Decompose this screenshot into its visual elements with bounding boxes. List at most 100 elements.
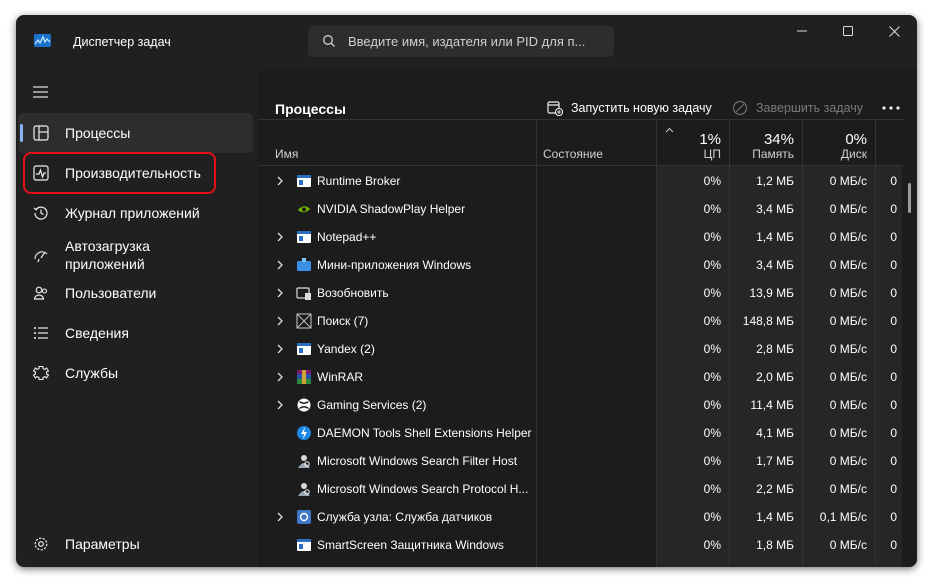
chevron-right-icon[interactable] <box>276 232 284 242</box>
service-host-icon <box>297 510 311 524</box>
chevron-right-icon[interactable] <box>276 400 284 410</box>
header-divider-bottom <box>258 165 905 166</box>
process-disk: 0 МБ/с <box>829 230 867 244</box>
table-row[interactable]: WinRAR 0% 2,0 МБ 0 МБ/с 0 <box>258 363 905 391</box>
chevron-right-icon[interactable] <box>276 316 284 326</box>
process-disk: 0 МБ/с <box>829 370 867 384</box>
sidebar-item-label: Журнал приложений <box>65 205 200 221</box>
column-header-label: Имя <box>275 147 299 161</box>
process-memory: 4,1 МБ <box>756 426 794 440</box>
column-header-memory[interactable]: 34% Память <box>729 119 802 165</box>
process-memory: 3,4 МБ <box>756 258 794 272</box>
column-header-label: Состояние <box>543 147 603 161</box>
run-new-task-label: Запустить новую задачу <box>571 101 712 115</box>
chevron-right-icon[interactable] <box>276 260 284 270</box>
sidebar-item-details[interactable]: Сведения <box>16 313 253 353</box>
process-network: 0 <box>890 398 897 412</box>
column-header-disk[interactable]: 0% Диск <box>802 119 875 165</box>
process-name: Gaming Services (2) <box>317 398 427 412</box>
sidebar-item-processes[interactable]: Процессы <box>18 113 253 153</box>
sidebar-item-label: Сведения <box>65 325 129 341</box>
sidebar-item-label: Процессы <box>65 125 131 141</box>
processes-icon <box>33 125 49 141</box>
maximize-button[interactable] <box>825 15 871 47</box>
window-icon <box>297 343 311 355</box>
process-name: Microsoft Windows Search Filter Host <box>317 454 518 468</box>
services-icon <box>33 365 49 381</box>
close-button[interactable] <box>871 15 917 47</box>
daemon-tools-icon <box>297 426 311 440</box>
search-host-icon <box>298 483 310 496</box>
process-name: Мини-приложения Windows <box>317 258 472 272</box>
search-input[interactable] <box>348 26 604 57</box>
process-cpu: 0% <box>703 174 721 188</box>
process-disk: 0 МБ/с <box>829 398 867 412</box>
process-cpu: 0% <box>703 482 721 496</box>
process-disk: 0 МБ/с <box>829 258 867 272</box>
table-row[interactable]: Поиск (7) 0% 148,8 МБ 0 МБ/с 0 <box>258 307 905 335</box>
table-row[interactable]: Возобновить 0% 13,9 МБ 0 МБ/с 0 <box>258 279 905 307</box>
table-row[interactable]: Microsoft Windows Search Protocol H... 0%… <box>258 475 905 503</box>
table-row[interactable]: SmartScreen Защитника Windows 0% 1,8 МБ 0 М… <box>258 531 905 559</box>
process-name: SmartScreen Защитника Windows <box>317 538 504 552</box>
process-network: 0 <box>890 314 897 328</box>
process-disk: 0 МБ/с <box>829 202 867 216</box>
table-row[interactable]: NVIDIA ShadowPlay Helper 0% 3,4 МБ 0 МБ/с 0 <box>258 195 905 223</box>
table-row[interactable]: Мини-приложения Windows 0% 3,4 МБ 0 МБ/с 0 <box>258 251 905 279</box>
process-disk: 0 МБ/с <box>829 342 867 356</box>
table-row[interactable]: DAEMON Tools Shell Extensions Helper 0% 4,… <box>258 419 905 447</box>
minimize-button[interactable] <box>779 15 825 47</box>
search-icon <box>323 35 335 47</box>
table-row[interactable]: Notepad++ 0% 1,4 МБ 0 МБ/с 0 <box>258 223 905 251</box>
memory-total: 34% <box>763 131 794 148</box>
process-memory: 1,4 МБ <box>756 510 794 524</box>
gear-icon <box>34 537 48 551</box>
hamburger-menu-icon[interactable] <box>32 84 50 100</box>
table-row[interactable]: Microsoft Windows Search Filter Host 0% 1,… <box>258 447 905 475</box>
process-memory: 13,9 МБ <box>749 286 794 300</box>
search-box[interactable] <box>308 26 614 57</box>
process-memory: 1,7 МБ <box>756 454 794 468</box>
process-cpu: 0% <box>703 258 721 272</box>
process-name: DAEMON Tools Shell Extensions Helper <box>317 426 532 440</box>
chevron-right-icon[interactable] <box>276 372 284 382</box>
nvidia-icon <box>298 206 310 213</box>
sidebar-item-label: Автозагрузка приложений <box>65 238 150 272</box>
process-disk: 0 МБ/с <box>829 482 867 496</box>
column-header-cpu[interactable]: 1% ЦП <box>656 119 729 165</box>
end-task-button[interactable]: Завершить задачу <box>732 96 863 120</box>
table-row[interactable]: Служба узла: Служба датчиков 0% 1,4 МБ 0,1 … <box>258 503 905 531</box>
active-indicator <box>20 124 23 142</box>
sidebar-item-app-history[interactable]: Журнал приложений <box>16 193 253 233</box>
process-memory: 1,2 МБ <box>756 174 794 188</box>
column-header-status[interactable]: Состояние <box>536 119 656 165</box>
page-title: Процессы <box>275 101 346 117</box>
history-icon <box>33 206 48 220</box>
table-row[interactable]: Runtime Broker 0% 1,2 МБ 0 МБ/с 0 <box>258 167 905 195</box>
run-new-task-button[interactable]: Запустить новую задачу <box>547 96 712 120</box>
process-network: 0 <box>890 538 897 552</box>
chevron-right-icon[interactable] <box>276 176 284 186</box>
users-icon <box>33 286 48 300</box>
process-disk: 0 МБ/с <box>829 454 867 468</box>
table-row[interactable]: Gaming Services (2) 0% 11,4 МБ 0 МБ/с 0 <box>258 391 905 419</box>
cpu-total: 1% <box>699 131 721 148</box>
more-options-icon[interactable] <box>881 98 901 118</box>
resume-icon <box>296 287 311 300</box>
chevron-right-icon[interactable] <box>276 344 284 354</box>
chevron-right-icon[interactable] <box>276 512 284 522</box>
winrar-icon <box>297 370 311 384</box>
sidebar-item-services[interactable]: Службы <box>16 353 253 393</box>
process-name: Возобновить <box>317 286 389 300</box>
process-disk: 0 МБ/с <box>829 314 867 328</box>
sidebar-item-users[interactable]: Пользователи <box>16 273 253 313</box>
sidebar-item-label: Параметры <box>65 536 140 552</box>
vertical-scrollbar[interactable] <box>908 183 911 213</box>
process-memory: 3,4 МБ <box>756 202 794 216</box>
column-header-name[interactable]: Имя <box>258 119 536 165</box>
sidebar-item-startup[interactable]: Автозагрузка приложений <box>16 233 253 277</box>
process-memory: 1,8 МБ <box>756 538 794 552</box>
chevron-right-icon[interactable] <box>276 288 284 298</box>
sidebar-item-settings[interactable]: Параметры <box>16 524 253 564</box>
table-row[interactable]: Yandex (2) 0% 2,8 МБ 0 МБ/с 0 <box>258 335 905 363</box>
